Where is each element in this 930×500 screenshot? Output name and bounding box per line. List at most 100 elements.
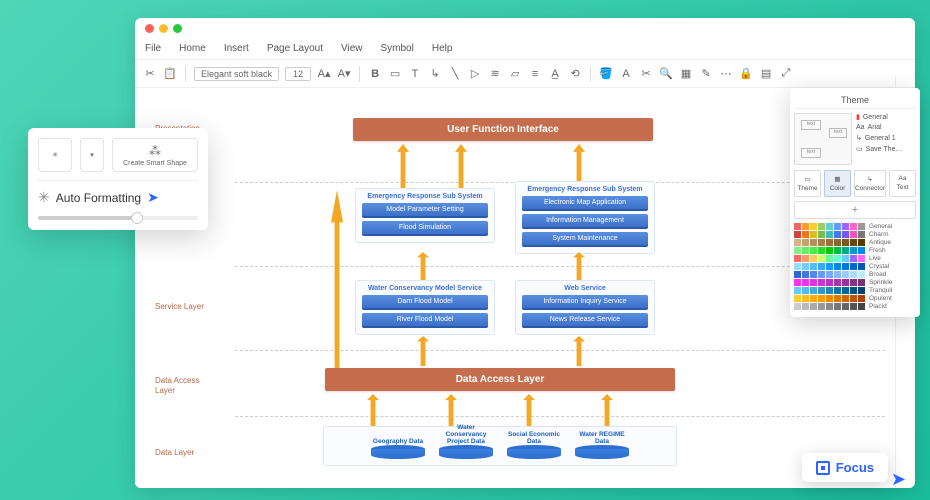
theme-tab-theme[interactable]: ▭Theme <box>794 170 821 197</box>
data-layer-group[interactable]: Geography Data Water Conservancy Project… <box>323 426 677 466</box>
slider-knob[interactable] <box>131 212 143 224</box>
svc-item[interactable]: Electronic Map Application <box>522 196 648 211</box>
menu-view[interactable]: View <box>341 43 363 54</box>
palette-row[interactable]: Charm <box>794 231 916 238</box>
pointer-icon[interactable]: ▷ <box>468 67 482 81</box>
group-title: Emergency Response Sub System <box>362 193 488 200</box>
close-icon[interactable] <box>145 24 154 33</box>
palette-row[interactable]: Sprinkle <box>794 279 916 286</box>
palette-row[interactable]: Live <box>794 255 916 262</box>
menubar: File Home Insert Page Layout View Symbol… <box>135 38 915 60</box>
crop-icon[interactable]: ✂ <box>639 67 653 81</box>
auto-formatting-label[interactable]: Auto Formatting <box>56 191 141 205</box>
fill-icon[interactable]: 🪣 <box>599 67 613 81</box>
zoom-icon[interactable]: 🔍 <box>659 67 673 81</box>
menu-file[interactable]: File <box>145 43 161 54</box>
svc-item[interactable]: News Release Service <box>522 313 648 328</box>
svc-item[interactable]: Information Management <box>522 214 648 229</box>
spark-icon: ✳ <box>38 189 50 206</box>
svc-item[interactable]: System Maintenance <box>522 232 648 247</box>
create-smart-shape-button[interactable]: ⁂ Create Smart Shape <box>112 138 198 172</box>
menu-symbol[interactable]: Symbol <box>381 43 414 54</box>
palette-row[interactable]: Antique <box>794 239 916 246</box>
theme-opt[interactable]: ▭Save The… <box>856 145 916 153</box>
business-left-group[interactable]: Emergency Response Sub System Model Para… <box>355 188 495 243</box>
theme-panel: Theme text text text ▮General AaArial ↳G… <box>790 88 920 317</box>
palette-row[interactable]: Placid <box>794 303 916 310</box>
business-right-group[interactable]: Emergency Response Sub System Electronic… <box>515 181 655 254</box>
menu-help[interactable]: Help <box>432 43 453 54</box>
shape-icon[interactable]: ▱ <box>508 67 522 81</box>
pen-icon[interactable]: ✎ <box>699 67 713 81</box>
text-icon[interactable]: T <box>408 67 422 81</box>
palette-row[interactable]: Crystal <box>794 263 916 270</box>
rotate-icon[interactable]: ⟲ <box>568 67 582 81</box>
svc-item[interactable]: River Flood Model <box>362 313 488 328</box>
palette-row[interactable]: General <box>794 223 916 230</box>
theme-tab-text[interactable]: AaText <box>889 170 916 197</box>
theme-panel-title: Theme <box>794 92 916 109</box>
increase-font-icon[interactable]: A▴ <box>317 67 331 81</box>
minimize-icon[interactable] <box>159 24 168 33</box>
arrow-icon <box>331 190 343 370</box>
table-icon[interactable]: ▤ <box>759 67 773 81</box>
layers-icon[interactable]: ≋ <box>488 67 502 81</box>
service-left-group[interactable]: Water Conservancy Model Service Dam Floo… <box>355 280 495 335</box>
paste-icon[interactable]: 📋 <box>163 67 177 81</box>
font-size[interactable]: 12 <box>285 67 311 81</box>
text-style-icon[interactable]: A̲ <box>548 67 562 81</box>
line-icon[interactable]: ╲ <box>448 67 462 81</box>
smart-spark-button[interactable]: ✳ <box>38 138 72 172</box>
theme-add-button[interactable]: + <box>794 201 916 219</box>
arrow-icon <box>573 336 585 366</box>
theme-tab-color[interactable]: ▦Color <box>824 170 851 197</box>
cylinder[interactable]: Social Economic Data <box>507 431 561 459</box>
svc-item[interactable]: Model Parameter Setting <box>362 203 488 218</box>
theme-opt[interactable]: AaArial <box>856 124 916 131</box>
svc-item[interactable]: Flood Simulation <box>362 221 488 236</box>
smart-shape-popup: ✳ ▾ ⁂ Create Smart Shape ✳ Auto Formatti… <box>28 128 208 230</box>
cylinder[interactable]: Geography Data <box>371 431 425 459</box>
menu-home[interactable]: Home <box>179 43 206 54</box>
theme-preview[interactable]: text text text <box>794 113 852 165</box>
font-select[interactable]: Elegant soft black <box>194 67 279 81</box>
palette-row[interactable]: Opulent <box>794 295 916 302</box>
arrow-icon <box>367 394 379 428</box>
theme-tab-connector[interactable]: ↳Connector <box>854 170 886 197</box>
font-color-icon[interactable]: A <box>619 67 633 81</box>
layer-label-data: Data Layer <box>135 448 215 458</box>
theme-opt[interactable]: ↳General 1 <box>856 134 916 142</box>
palette-row[interactable]: Tranquil <box>794 287 916 294</box>
cylinder[interactable]: Water REGIME Data <box>575 431 629 459</box>
palette-row[interactable]: Fresh <box>794 247 916 254</box>
more-icon[interactable]: ⋯ <box>719 67 733 81</box>
theme-opt[interactable]: ▮General <box>856 113 916 121</box>
arrow-icon <box>601 394 613 428</box>
maximize-icon[interactable] <box>173 24 182 33</box>
palette-row[interactable]: Broad <box>794 271 916 278</box>
grid-icon[interactable]: ▦ <box>679 67 693 81</box>
layer-label-data-access: Data Access Layer <box>135 376 215 395</box>
bold-icon[interactable]: B <box>368 67 382 81</box>
menu-insert[interactable]: Insert <box>224 43 249 54</box>
expand-icon[interactable]: ⤢ <box>779 67 793 81</box>
layer-label-service: Service Layer <box>135 302 215 312</box>
focus-button[interactable]: Focus <box>802 453 888 482</box>
cylinder[interactable]: Water Conservancy Project Data <box>439 431 493 459</box>
menu-page-layout[interactable]: Page Layout <box>267 43 323 54</box>
user-function-interface-bar[interactable]: User Function Interface <box>353 118 653 141</box>
connector-icon[interactable]: ↳ <box>428 67 442 81</box>
service-right-group[interactable]: Web Service Information Inquiry Service … <box>515 280 655 335</box>
rect-icon[interactable]: ▭ <box>388 67 402 81</box>
data-access-layer-bar[interactable]: Data Access Layer <box>325 368 675 391</box>
cursor-icon: ➤ <box>891 469 906 490</box>
align-icon[interactable]: ≡ <box>528 67 542 81</box>
toolbar: ✂ 📋 Elegant soft black 12 A▴ A▾ B ▭ T ↳ … <box>135 60 915 88</box>
lock-icon[interactable]: 🔒 <box>739 67 753 81</box>
decrease-font-icon[interactable]: A▾ <box>337 67 351 81</box>
svc-item[interactable]: Information Inquiry Service <box>522 295 648 310</box>
cut-icon[interactable]: ✂ <box>143 67 157 81</box>
smart-dropdown-button[interactable]: ▾ <box>80 138 104 172</box>
svc-item[interactable]: Dam Flood Model <box>362 295 488 310</box>
format-slider[interactable] <box>38 216 198 220</box>
